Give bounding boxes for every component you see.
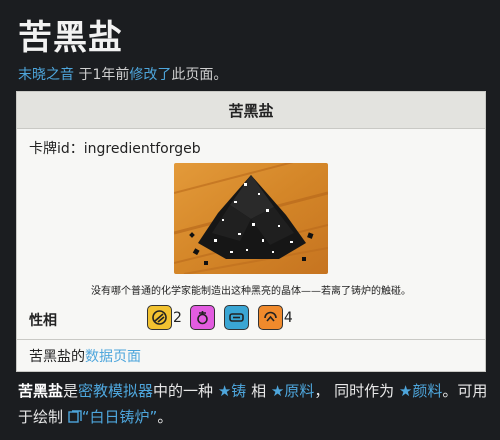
description-paragraph: 苦黑盐是密教模拟器中的一种 ★铸 相 ★原料， 同时作为 ★颜料。可用于绘制 “… [18, 378, 488, 432]
forge-aspect-icon [147, 305, 172, 330]
desc-text-4: ， 同时作为 [314, 382, 399, 400]
editor-link[interactable]: 末晓之音 [18, 67, 74, 83]
aspects-list: 2 4 [147, 305, 301, 330]
knock-aspect-icon [223, 305, 249, 330]
desc-text-3: 相 [246, 382, 271, 400]
page-title: 苦黑盐 [18, 18, 123, 58]
moth-aspect-icon [189, 305, 215, 330]
card-id-label: 卡牌id： [29, 141, 84, 157]
aspect-winter-value: 4 [283, 309, 293, 326]
book-icon [68, 406, 82, 432]
tag-ingredient-link[interactable]: 原料 [284, 382, 314, 400]
star-icon: ★ [398, 382, 413, 400]
item-name: 苦黑盐 [18, 382, 64, 400]
card-art-image [174, 163, 328, 274]
star-icon: ★ [217, 382, 232, 400]
data-page-link[interactable]: 数据页面 [85, 349, 141, 365]
aspects-label: 性相 [29, 313, 57, 329]
aspect-knock[interactable] [223, 305, 250, 330]
edit-time: 于1年前 [74, 67, 130, 83]
desc-text-1: 是 [63, 382, 79, 400]
infobox-card: 苦黑盐 卡牌id：ingredientforgeb 没有哪个普通的化学家能制造出… [16, 91, 486, 372]
revision-link[interactable]: 修改了 [129, 67, 171, 83]
card-divider [17, 339, 485, 340]
flavor-text: 没有哪个普通的化学家能制造出这种黑亮的晶体——若离了铸炉的触碰。 [91, 286, 411, 297]
tag-forge-link[interactable]: 铸 [231, 382, 246, 400]
card-id-row: 卡牌id：ingredientforgeb [29, 138, 201, 158]
aspect-forge[interactable]: 2 [147, 305, 182, 330]
aspect-forge-value: 2 [173, 309, 182, 326]
star-icon: ★ [270, 382, 285, 400]
aspect-moth[interactable] [189, 305, 216, 330]
infobox-title: 苦黑盐 [17, 92, 485, 129]
edit-info: 末晓之音 于1年前修改了此页面。 [18, 64, 227, 84]
data-page-row: 苦黑盐的数据页面 [29, 346, 141, 366]
winter-aspect-icon [257, 305, 283, 330]
desc-text-6: 。 [157, 408, 173, 426]
edit-suffix: 此页面。 [171, 67, 228, 83]
card-id-value: ingredientforgeb [83, 141, 201, 157]
aspect-winter[interactable]: 4 [257, 305, 293, 330]
tag-pigment-link[interactable]: 颜料 [412, 382, 442, 400]
desc-text-2: 中的一种 [153, 382, 214, 400]
data-page-prefix: 苦黑盐的 [29, 349, 85, 365]
recipe-link[interactable]: “白日铸炉” [82, 408, 158, 426]
game-link[interactable]: 密教模拟器 [78, 382, 153, 400]
salt-crystal-illustration [174, 163, 328, 274]
